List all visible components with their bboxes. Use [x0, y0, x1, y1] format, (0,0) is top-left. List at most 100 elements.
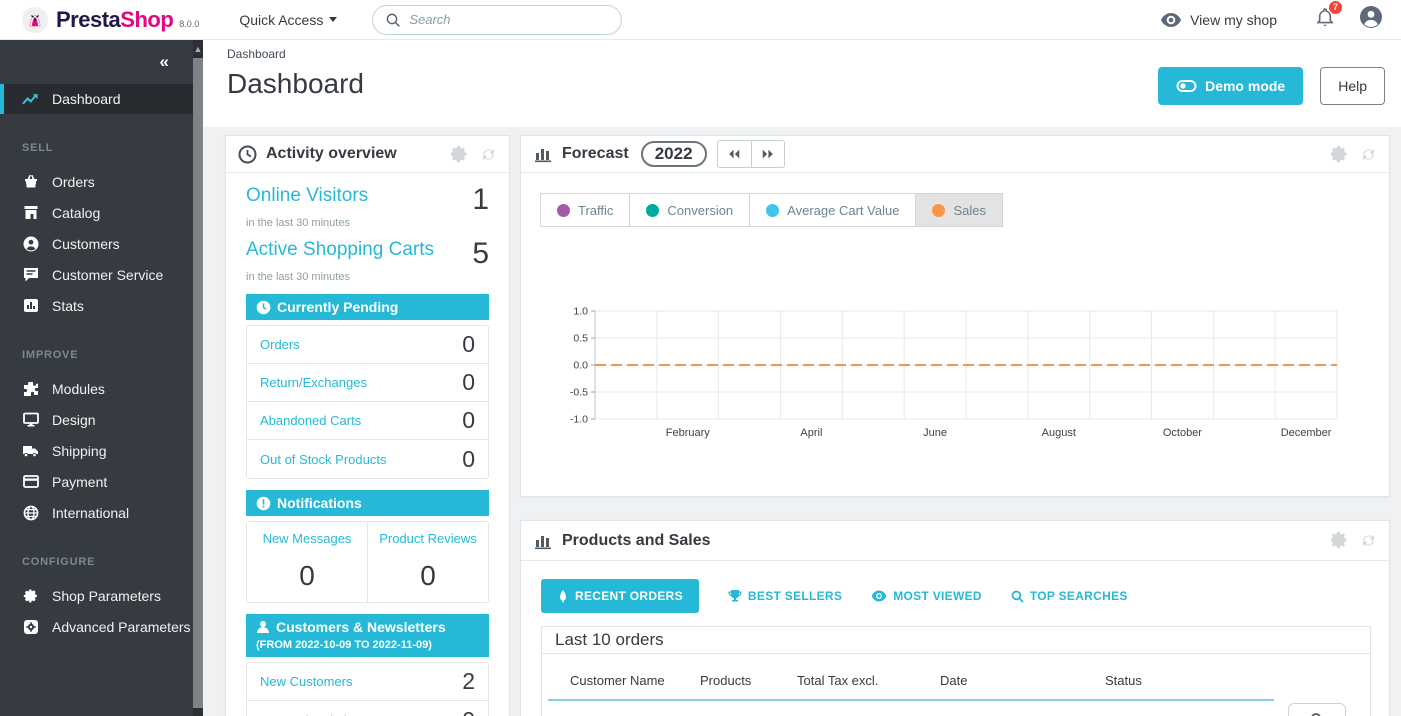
tab-label: Average Cart Value	[787, 203, 899, 218]
quick-access-menu[interactable]: Quick Access	[239, 12, 337, 28]
gear-icon[interactable]	[1331, 532, 1348, 549]
orders-link[interactable]: Orders	[260, 337, 300, 352]
puzzle-icon	[22, 381, 39, 397]
sidebar-scrollbar[interactable]: ▲	[193, 40, 203, 716]
tab-top-searches[interactable]: TOP SEARCHES	[1011, 589, 1128, 603]
tab-label: Conversion	[667, 203, 733, 218]
help-button[interactable]: Help	[1320, 67, 1385, 105]
tab-best-sellers[interactable]: BEST SELLERS	[728, 589, 842, 603]
breadcrumb[interactable]: Dashboard	[227, 47, 286, 61]
svg-text:0.0: 0.0	[573, 360, 588, 372]
scrollbar-thumb[interactable]	[193, 58, 203, 708]
svg-text:-0.5: -0.5	[570, 387, 588, 399]
sidebar-item-shipping[interactable]: Shipping	[0, 435, 193, 466]
notifications-grid: New Messages 0 Product Reviews 0	[246, 521, 489, 603]
demo-mode-button[interactable]: Demo mode	[1158, 67, 1303, 105]
currently-pending-banner: Currently Pending	[246, 294, 489, 320]
sidebar-item-payment[interactable]: Payment	[0, 466, 193, 497]
quick-access-label: Quick Access	[239, 12, 323, 28]
list-item: Return/Exchanges 0	[247, 364, 488, 402]
sidebar-item-modules[interactable]: Modules	[0, 373, 193, 404]
new-subscriptions-link[interactable]: New Subscriptions	[260, 713, 368, 716]
online-visitors-link[interactable]: Online Visitors	[246, 185, 368, 207]
new-customers-link[interactable]: New Customers	[260, 674, 352, 689]
panel-title: Forecast	[562, 145, 629, 163]
refresh-icon[interactable]	[1360, 146, 1377, 163]
refresh-icon[interactable]	[480, 146, 497, 163]
refresh-icon[interactable]	[1360, 532, 1377, 549]
search-input[interactable]	[409, 12, 589, 27]
sidebar-item-catalog[interactable]: Catalog	[0, 197, 193, 228]
next-year-button[interactable]	[751, 141, 784, 167]
prestashop-squirrel-icon	[22, 7, 48, 33]
sidebar-item-stats[interactable]: Stats	[0, 290, 193, 321]
sidebar-item-label: International	[52, 505, 129, 521]
tab-traffic[interactable]: Traffic	[540, 193, 630, 227]
demo-mode-label: Demo mode	[1205, 78, 1285, 94]
returns-link[interactable]: Return/Exchanges	[260, 375, 367, 390]
svg-text:April: April	[800, 427, 822, 439]
previous-year-button[interactable]	[718, 141, 751, 167]
notification-count-badge: 7	[1328, 0, 1343, 15]
svg-text:0.5: 0.5	[573, 333, 588, 345]
user-avatar[interactable]	[1359, 5, 1383, 34]
returns-count: 0	[462, 369, 475, 396]
online-visitors-value: 1	[472, 185, 489, 215]
trending-up-icon	[22, 92, 39, 106]
tab-label: Sales	[953, 203, 986, 218]
scrollbar-up-button[interactable]: ▲	[193, 40, 203, 58]
sidebar-item-label: Modules	[52, 381, 105, 397]
notifications-banner: Notifications	[246, 490, 489, 516]
gear-icon[interactable]	[451, 146, 468, 163]
tab-conversion[interactable]: Conversion	[629, 193, 750, 227]
sidebar-item-orders[interactable]: Orders	[0, 166, 193, 197]
sidebar-item-label: Catalog	[52, 205, 100, 221]
global-search[interactable]	[372, 5, 622, 35]
abandoned-carts-count: 0	[462, 407, 475, 434]
eye-icon	[1160, 12, 1182, 28]
out-of-stock-count: 0	[462, 446, 475, 473]
new-messages-link[interactable]: New Messages	[247, 531, 367, 546]
view-my-shop-link[interactable]: View my shop	[1160, 12, 1277, 28]
gear-icon[interactable]	[1331, 146, 1348, 163]
banner-title: Customers & Newsletters	[276, 619, 446, 635]
sidebar-item-label: Stats	[52, 298, 84, 314]
avg-cart-dot-icon	[766, 204, 779, 217]
order-details-button[interactable]	[1288, 703, 1346, 716]
orders-count: 0	[462, 331, 475, 358]
abandoned-carts-link[interactable]: Abandoned Carts	[260, 413, 361, 428]
tab-average-cart-value[interactable]: Average Cart Value	[749, 193, 916, 227]
sidebar-item-international[interactable]: International	[0, 497, 193, 528]
sidebar-item-dashboard[interactable]: Dashboard	[0, 84, 193, 114]
sidebar-item-shop-parameters[interactable]: Shop Parameters	[0, 580, 193, 611]
sidebar-item-customer-service[interactable]: Customer Service	[0, 259, 193, 290]
column-products: Products	[700, 673, 797, 688]
tab-sales[interactable]: Sales	[915, 193, 1003, 227]
sidebar-item-design[interactable]: Design	[0, 404, 193, 435]
product-reviews-cell: Product Reviews 0	[367, 522, 488, 602]
sidebar-item-advanced-parameters[interactable]: Advanced Parameters	[0, 611, 193, 642]
sidebar-item-customers[interactable]: Customers	[0, 228, 193, 259]
brand-wordmark: PrestaShop	[56, 7, 173, 33]
avatar-icon	[1359, 5, 1383, 29]
sidebar: « Dashboard SELL Orders Catalog Custo	[0, 40, 203, 716]
tab-recent-orders[interactable]: RECENT ORDERS	[541, 579, 699, 613]
sidebar-section-improve: IMPROVE	[0, 349, 193, 361]
pen-icon	[557, 589, 569, 603]
scrollbar-down-button[interactable]	[193, 708, 203, 716]
tab-label: MOST VIEWED	[893, 589, 982, 603]
prestashop-logo[interactable]: PrestaShop 8.0.0	[22, 7, 199, 33]
notifications-button[interactable]: 7	[1315, 7, 1335, 33]
tab-most-viewed[interactable]: MOST VIEWED	[871, 589, 982, 603]
product-reviews-link[interactable]: Product Reviews	[368, 531, 488, 546]
gear-icon	[22, 588, 39, 604]
product-reviews-count: 0	[368, 560, 488, 592]
out-of-stock-link[interactable]: Out of Stock Products	[260, 452, 386, 467]
sidebar-collapse-button[interactable]: «	[160, 52, 169, 72]
active-carts-link[interactable]: Active Shopping Carts	[246, 239, 434, 261]
customers-list: New Customers 2 New Subscriptions 0	[246, 662, 489, 716]
search-icon	[385, 12, 401, 28]
exclamation-circle-icon	[256, 496, 271, 511]
person-icon	[256, 620, 270, 634]
panel-title: Products and Sales	[562, 532, 711, 550]
